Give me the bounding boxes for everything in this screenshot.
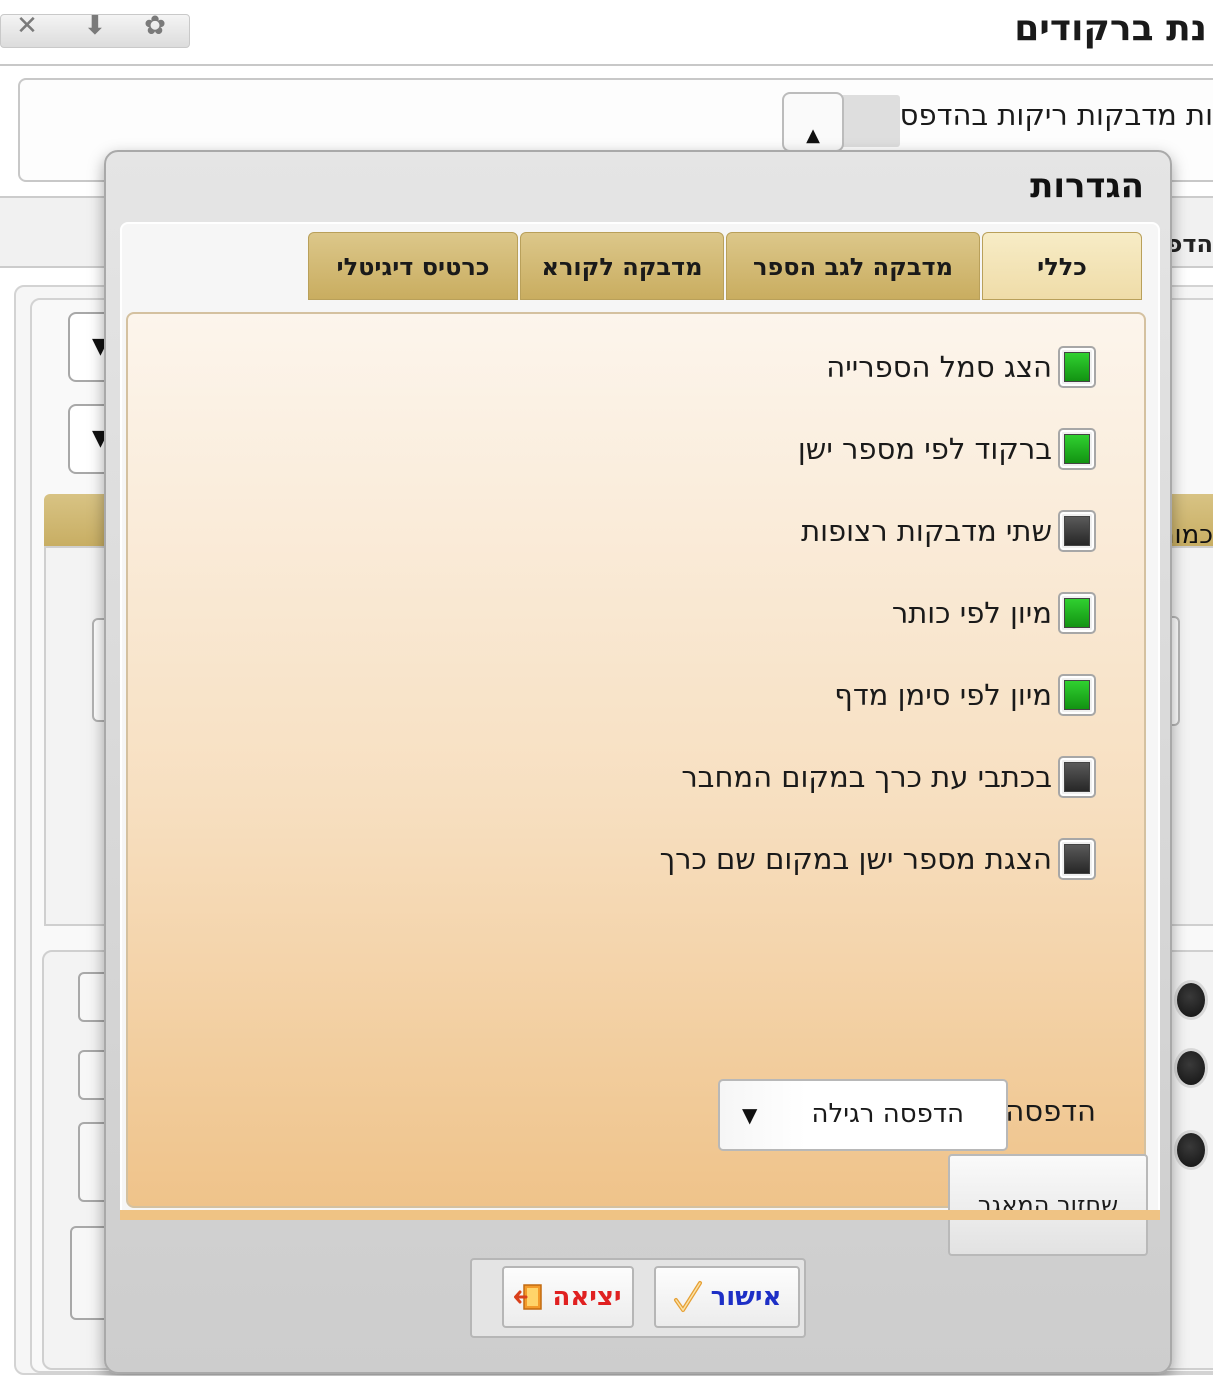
tab-general[interactable]: כללי bbox=[982, 232, 1142, 300]
print-by-select[interactable]: הדפסה רגילה ▼ bbox=[718, 1079, 1008, 1151]
option-label: הצג סמל הספרייה bbox=[826, 350, 1052, 384]
option-sort-by-title[interactable]: מיון לפי כותר bbox=[892, 588, 1096, 638]
checkbox-indicator bbox=[1064, 352, 1090, 382]
checkbox-indicator bbox=[1064, 516, 1090, 546]
checkbox[interactable] bbox=[1058, 756, 1096, 798]
option-sort-by-shelf-mark[interactable]: מיון לפי סימן מדף bbox=[834, 670, 1096, 720]
checkbox-indicator bbox=[1064, 434, 1090, 464]
empty-labels-label: ות מדבקות ריקות בהדפסה bbox=[880, 98, 1213, 132]
chevron-down-icon[interactable]: ▼ bbox=[742, 1103, 757, 1127]
option-label: ברקוד לפי מספר ישן bbox=[797, 432, 1052, 466]
option-label: בכתבי עת כרך במקום המחבר bbox=[681, 760, 1052, 794]
checkbox[interactable] bbox=[1058, 838, 1096, 880]
checkbox[interactable] bbox=[1058, 428, 1096, 470]
panel-bottom-edge bbox=[120, 1210, 1160, 1220]
option-barcode-by-old-number[interactable]: ברקוד לפי מספר ישן bbox=[798, 424, 1096, 474]
down-arrow-icon[interactable]: ⬇ bbox=[80, 13, 110, 44]
dialog-title: הגדרות bbox=[1030, 166, 1144, 206]
checkmark-icon bbox=[673, 1281, 702, 1312]
general-tab-panel: הצג סמל הספרייה ברקוד לפי מספר ישן שתי מ… bbox=[126, 312, 1148, 1256]
exit-door-icon bbox=[514, 1284, 543, 1310]
radio-button[interactable] bbox=[1174, 1048, 1208, 1088]
ok-button-label: אישור bbox=[710, 1282, 782, 1312]
option-show-library-logo[interactable]: הצג סמל הספרייה bbox=[826, 342, 1096, 392]
background-tab[interactable]: הדפ bbox=[1167, 230, 1213, 258]
checkbox-indicator bbox=[1064, 680, 1090, 710]
restore-database-button[interactable]: שחזור המאגר bbox=[948, 1154, 1148, 1256]
empty-labels-field[interactable] bbox=[840, 95, 900, 147]
option-periodicals-volume[interactable]: בכתבי עת כרך במקום המחבר bbox=[681, 752, 1096, 802]
radio-button[interactable] bbox=[1174, 1130, 1208, 1170]
print-by-value: הדפסה רגילה bbox=[811, 1099, 964, 1129]
checkbox-indicator bbox=[1064, 762, 1090, 792]
option-label: שתי מדבקות רצופות bbox=[801, 514, 1052, 548]
tab-reader-label[interactable]: מדבקה לקורא bbox=[520, 232, 724, 300]
ok-button[interactable]: אישור bbox=[654, 1266, 800, 1328]
option-old-number-instead-volume[interactable]: הצגת מספר ישן במקום שם כרך bbox=[660, 834, 1096, 884]
checkbox[interactable] bbox=[1058, 592, 1096, 634]
tab-spine-label[interactable]: מדבקה לגב הספר bbox=[726, 232, 980, 300]
checkbox[interactable] bbox=[1058, 674, 1096, 716]
option-label: הצגת מספר ישן במקום שם כרך bbox=[659, 842, 1052, 876]
radio-button[interactable] bbox=[1174, 980, 1208, 1020]
option-label: מיון לפי כותר bbox=[891, 596, 1052, 630]
exit-button[interactable]: יציאה bbox=[502, 1266, 634, 1328]
close-icon[interactable]: ✕ bbox=[12, 13, 42, 44]
checkbox-indicator bbox=[1064, 598, 1090, 628]
tab-digital-card[interactable]: כרטיס דיגיטלי bbox=[308, 232, 518, 300]
empty-labels-spinner[interactable]: ▲ ▼ bbox=[782, 92, 844, 202]
spinner-up-icon[interactable]: ▲ bbox=[784, 122, 842, 150]
checkbox-indicator bbox=[1064, 844, 1090, 874]
gear-icon[interactable]: ✿ bbox=[140, 13, 170, 44]
divider bbox=[0, 64, 1213, 66]
exit-button-label: יציאה bbox=[552, 1282, 622, 1312]
background-window-title: נת ברקודים bbox=[1014, 8, 1207, 49]
option-label: מיון לפי סימן מדף bbox=[834, 678, 1052, 712]
option-two-consecutive-labels[interactable]: שתי מדבקות רצופות bbox=[801, 506, 1096, 556]
checkbox[interactable] bbox=[1058, 346, 1096, 388]
checkbox[interactable] bbox=[1058, 510, 1096, 552]
settings-dialog: הגדרות כללי מדבקה לגב הספר מדבקה לקורא כ… bbox=[104, 150, 1172, 1374]
